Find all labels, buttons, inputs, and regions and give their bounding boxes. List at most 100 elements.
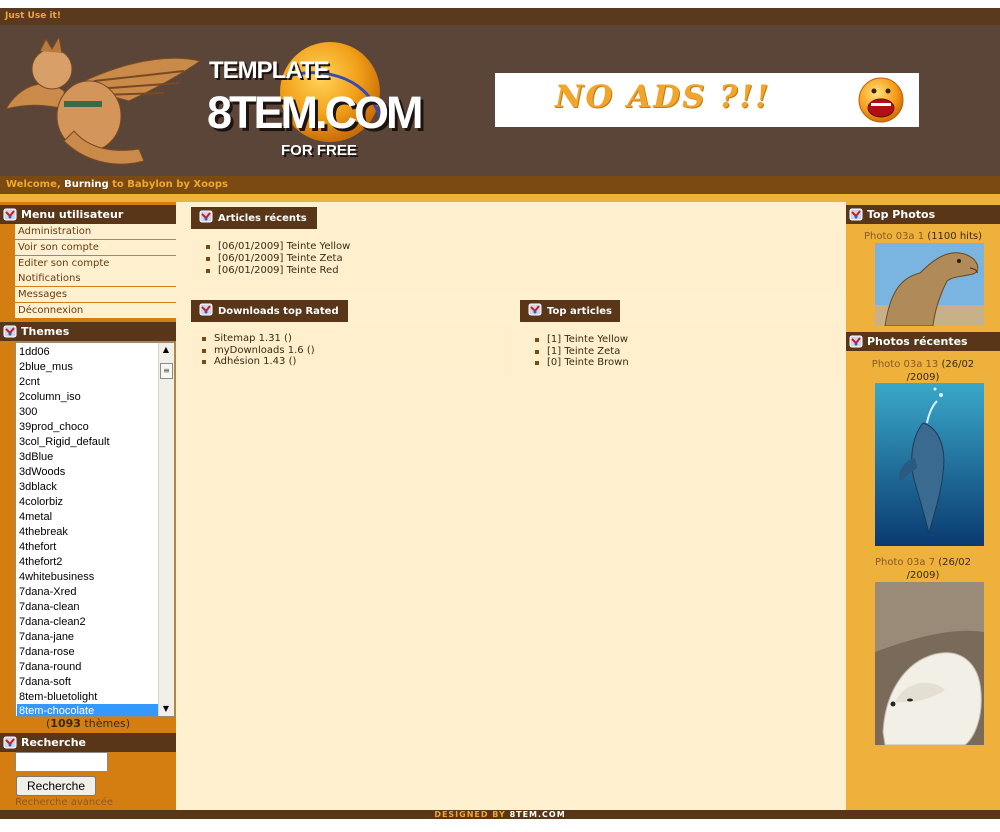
scroll-up-arrow-icon[interactable]: ▲: [158, 343, 174, 357]
recent-articles-title: Articles récents: [191, 207, 317, 229]
search-input[interactable]: [15, 752, 108, 772]
theme-option[interactable]: 39prod_choco: [17, 420, 159, 435]
footer-credit: DESIGNED BY 8TEM.COM: [0, 810, 1000, 819]
menu-item-messages[interactable]: Messages: [15, 287, 176, 302]
top-article-link[interactable]: [1] Teinte Yellow: [534, 334, 628, 345]
photo-date: /2009): [906, 372, 940, 383]
download-link[interactable]: Sitemap 1.31 (): [202, 333, 292, 344]
recent-article-link[interactable]: [06/01/2009] Teinte Yellow: [205, 241, 350, 252]
search-title: Recherche: [0, 733, 176, 752]
top-bar: Just Use it!: [0, 8, 1000, 25]
theme-option[interactable]: 7dana-clean: [17, 600, 159, 615]
site-header: TEMPLATE 8TEM.COM FOR FREE NO ADS ?!!: [0, 25, 1000, 176]
theme-option[interactable]: 4whitebusiness: [17, 570, 159, 585]
theme-select-list[interactable]: 1dd06 2blue_mus 2cnt 2column_iso 300 39p…: [15, 342, 175, 717]
scroll-down-arrow-icon[interactable]: ▼: [158, 702, 174, 716]
recent-article-link[interactable]: [06/01/2009] Teinte Red: [206, 265, 339, 276]
welcome-prefix: Welcome,: [6, 179, 61, 190]
brand-logo: TEMPLATE 8TEM.COM FOR FREE: [205, 37, 424, 167]
theme-option[interactable]: 3dBlue: [17, 450, 159, 465]
theme-option[interactable]: 3col_Rigid_default: [17, 435, 159, 450]
theme-option[interactable]: 7dana-rose: [17, 645, 159, 660]
theme-option[interactable]: 7dana-clean2: [17, 615, 159, 630]
block-icon: [3, 208, 17, 221]
ad-text: NO ADS ?!!: [555, 79, 771, 115]
downloads-top-rated-title: Downloads top Rated: [191, 300, 348, 322]
theme-option[interactable]: 2column_iso: [17, 390, 159, 405]
divider-strip: [0, 194, 1000, 202]
footer-brand-link[interactable]: 8TEM.COM: [510, 810, 566, 819]
recent-photo-caption: Photo 03a 7 (26/02 /2009): [846, 556, 1000, 582]
block-icon: [3, 736, 17, 749]
theme-list-scrollbar[interactable]: ▲ ≡ ▼: [158, 343, 174, 716]
theme-option[interactable]: 7dana-Xred: [17, 585, 159, 600]
theme-option[interactable]: 3dWoods: [17, 465, 159, 480]
theme-option[interactable]: 8tem-bluetolight: [17, 690, 159, 705]
theme-option[interactable]: 7dana-jane: [17, 630, 159, 645]
top-article-link[interactable]: [1] Teinte Zeta: [534, 346, 620, 357]
theme-option[interactable]: 2blue_mus: [17, 360, 159, 375]
photo-date: (26/02: [938, 557, 972, 568]
recent-photo-caption: Photo 03a 13 (26/02 /2009): [846, 358, 1000, 384]
block-icon: [849, 335, 863, 348]
dolphin-photo[interactable]: [875, 383, 984, 546]
menu-item-administration[interactable]: Administration: [15, 224, 176, 239]
welcome-text: Welcome, Burning to Babylon by Xoops: [6, 179, 228, 190]
theme-option[interactable]: 2cnt: [17, 375, 159, 390]
welcome-username[interactable]: Burning: [64, 179, 109, 190]
theme-count-value: 1093: [50, 717, 81, 730]
menu-item-edit-account[interactable]: Editer son compte: [15, 256, 176, 271]
scroll-thumb[interactable]: ≡: [160, 363, 173, 379]
right-sidebar: Top Photos Photo 03a 1 (1100 hits) Photo…: [846, 202, 1000, 810]
theme-option[interactable]: 4thefort: [17, 540, 159, 555]
polar-bear-photo[interactable]: [875, 582, 984, 745]
welcome-suffix: to Babylon by Xoops: [112, 179, 228, 190]
main-content: Articles récents [06/01/2009] Teinte Yel…: [176, 202, 846, 810]
theme-option[interactable]: 3dblack: [17, 480, 159, 495]
tagline: Just Use it!: [5, 11, 61, 21]
photo-date: /2009): [906, 570, 940, 581]
theme-option[interactable]: 4colorbiz: [17, 495, 159, 510]
menu-item-view-account[interactable]: Voir son compte: [15, 240, 176, 255]
photo-date: (26/02: [941, 359, 975, 370]
block-icon: [199, 303, 213, 316]
theme-option[interactable]: 7dana-round: [17, 660, 159, 675]
shocked-face-icon: [858, 77, 904, 123]
top-articles-title: Top articles: [520, 300, 620, 322]
site-footer: DESIGNED BY 8TEM.COM: [0, 810, 1000, 819]
theme-option[interactable]: 4thefort2: [17, 555, 159, 570]
brand-line-2: 8TEM.COM: [207, 87, 424, 138]
menu-item-notifications[interactable]: Notifications: [15, 271, 176, 286]
theme-option[interactable]: 4thebreak: [17, 525, 159, 540]
theme-option-selected[interactable]: 8tem-chocolate: [17, 704, 159, 716]
recent-photos-title: Photos récentes: [846, 332, 1000, 351]
download-link[interactable]: Adhésion 1.43 (): [201, 356, 296, 367]
menu-item-logout[interactable]: Déconnexion: [15, 303, 176, 318]
left-sidebar: Menu utilisateur Administration Voir son…: [0, 202, 176, 810]
theme-option[interactable]: 7dana-soft: [17, 675, 159, 690]
photo-link[interactable]: Photo 03a 13: [872, 359, 938, 370]
ad-banner[interactable]: NO ADS ?!!: [495, 73, 919, 127]
themes-title: Themes: [0, 322, 176, 341]
winged-figure-logo: [4, 35, 202, 165]
block-icon: [3, 325, 17, 338]
top-article-link[interactable]: [0] Teinte Brown: [535, 357, 629, 368]
search-button[interactable]: Recherche: [16, 776, 96, 796]
theme-option[interactable]: 4metal: [17, 510, 159, 525]
welcome-bar: Welcome, Burning to Babylon by Xoops: [0, 176, 1000, 194]
theme-option[interactable]: 1dd06: [17, 345, 159, 360]
advanced-search-link[interactable]: Recherche avancée: [15, 797, 113, 808]
brand-line-1: TEMPLATE: [209, 57, 330, 84]
download-link[interactable]: myDownloads 1.6 (): [202, 345, 315, 356]
user-menu-title: Menu utilisateur: [0, 205, 176, 224]
recent-article-link[interactable]: [06/01/2009] Teinte Zeta: [206, 253, 343, 264]
block-icon: [528, 303, 542, 316]
photo-hits: (1100 hits): [927, 231, 982, 242]
theme-option[interactable]: 300: [17, 405, 159, 420]
top-photo-caption: Photo 03a 1 (1100 hits): [846, 230, 1000, 243]
photo-link[interactable]: Photo 03a 1: [864, 231, 924, 242]
theme-count-suffix: thèmes: [84, 717, 126, 730]
camel-photo[interactable]: [875, 243, 984, 326]
block-icon: [199, 210, 213, 223]
photo-link[interactable]: Photo 03a 7: [875, 557, 935, 568]
